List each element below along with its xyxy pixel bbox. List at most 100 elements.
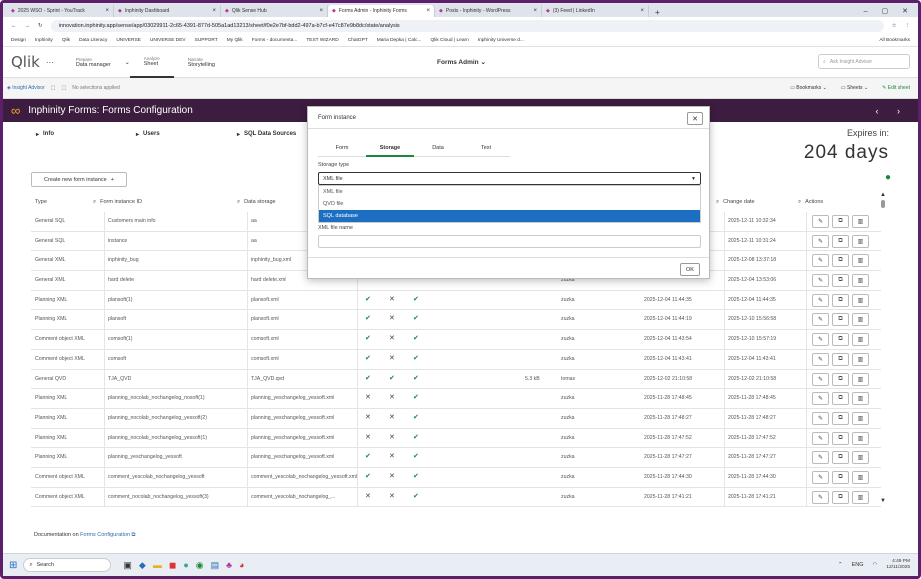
delete-icon[interactable]: ▥ — [852, 470, 869, 484]
edit-icon[interactable]: ✎ — [812, 392, 829, 406]
bookmark-item[interactable]: ChatGPT — [348, 38, 368, 43]
copy-icon[interactable]: ⧉ — [832, 470, 849, 484]
bookmark-item[interactable]: My Qlik — [227, 38, 243, 43]
delete-icon[interactable]: ▥ — [852, 333, 869, 347]
selection-tool-icon[interactable]: ⬚ — [51, 85, 56, 91]
col-actions[interactable]: ⌕ Actions — [798, 199, 823, 206]
scroll-thumb[interactable] — [881, 200, 885, 208]
tab-form[interactable]: Form — [318, 140, 366, 157]
table-row[interactable]: Planning XML plansoft plansoft.xml zuzka 202… — [31, 310, 881, 331]
browser-tab[interactable]: ◆ Qlik Sense Hub × — [221, 5, 328, 17]
create-form-instance-button[interactable]: Create new form instance + — [31, 172, 127, 187]
browser-tab[interactable]: ◆ Inphinity Dashboard × — [114, 5, 221, 17]
bookmark-item[interactable]: UNIVERSE — [116, 38, 141, 43]
app-icon[interactable]: ♣ — [226, 560, 232, 571]
delete-icon[interactable]: ▥ — [852, 451, 869, 465]
bookmark-item[interactable]: Qlik Cloud | Learn — [430, 38, 468, 43]
section-sql[interactable]: ▸ SQL Data Sources — [237, 125, 296, 143]
all-bookmarks[interactable]: All Bookmarks — [879, 38, 910, 43]
edit-icon[interactable]: ✎ — [812, 313, 829, 327]
ok-button[interactable]: OK — [680, 263, 700, 276]
close-icon[interactable]: ✕ — [687, 112, 703, 125]
edit-icon[interactable]: ✎ — [812, 490, 829, 504]
section-info[interactable]: ▸ Info — [36, 125, 54, 143]
option-sql[interactable]: SQL database — [319, 210, 700, 222]
table-row[interactable]: Planning XML planning_nocolab_nochangelog… — [31, 389, 881, 409]
table-row[interactable]: Planning XML planning_yeschangelog_yessof… — [31, 448, 881, 468]
edit-icon[interactable]: ✎ — [812, 274, 829, 288]
browser-tab[interactable]: ◆ Forms Admin - Inphinity Forms × — [328, 5, 435, 17]
copy-icon[interactable]: ⧉ — [832, 431, 849, 445]
bookmark-item[interactable]: Inphinity Universe d... — [478, 38, 524, 43]
copy-icon[interactable]: ⧉ — [832, 274, 849, 288]
col-type[interactable]: Type — [35, 199, 47, 205]
edit-icon[interactable]: ✎ — [812, 234, 829, 248]
menu-dots-icon[interactable]: ⋮ — [905, 23, 911, 29]
storage-type-select[interactable]: XML file ▼ — [318, 172, 701, 185]
nav-narrate[interactable]: Narrate Storytelling — [174, 47, 229, 78]
edit-icon[interactable]: ✎ — [812, 451, 829, 465]
delete-icon[interactable]: ▥ — [852, 215, 869, 228]
col-storage[interactable]: ⌕ Data storage — [237, 199, 276, 206]
delete-icon[interactable]: ▥ — [852, 411, 869, 425]
copy-icon[interactable]: ⧉ — [832, 411, 849, 425]
back-icon[interactable]: ← — [11, 23, 17, 29]
chevron-up-icon[interactable]: ⌃ — [838, 562, 843, 568]
nav-prepare[interactable]: Prepare Data manager — [62, 47, 125, 78]
edit-icon[interactable]: ✎ — [812, 215, 829, 228]
table-row[interactable]: Comment object XML comsoft(1) comsoft.xml z… — [31, 330, 881, 350]
bookmark-item[interactable]: Maria Depka | Calc... — [377, 38, 422, 43]
reload-icon[interactable]: ↻ — [38, 23, 43, 29]
tab-close-icon[interactable]: × — [105, 8, 109, 14]
copy-icon[interactable]: ⧉ — [832, 352, 849, 366]
app-icon[interactable]: ◼ — [169, 560, 176, 571]
delete-icon[interactable]: ▥ — [852, 431, 869, 445]
external-link-icon[interactable]: ⧉ — [132, 532, 136, 538]
tab-text[interactable]: Text — [462, 140, 510, 157]
browser-tab[interactable]: ◆ (3) Feed | LinkedIn × — [542, 5, 649, 17]
tab-close-icon[interactable]: × — [533, 8, 537, 14]
lang-indicator[interactable]: ENG — [852, 562, 864, 568]
bookmark-item[interactable]: TEST WIZARD — [306, 38, 338, 43]
copy-icon[interactable]: ⧉ — [832, 313, 849, 327]
scroll-up-icon[interactable]: ▲ — [880, 192, 886, 198]
table-row[interactable]: General QVD TJA_QVD TJA_QVD.qvd 5.3 kB tomas… — [31, 370, 881, 390]
maximize-icon[interactable]: ▢ — [882, 7, 889, 15]
tab-close-icon[interactable]: × — [640, 8, 644, 14]
bookmark-item[interactable]: Qlik — [62, 38, 70, 43]
edit-icon[interactable]: ✎ — [812, 372, 829, 386]
file-name-input[interactable] — [318, 235, 701, 248]
bookmark-item[interactable]: Data Literacy — [79, 38, 107, 43]
tab-data[interactable]: Data — [414, 140, 462, 157]
app-icon[interactable]: ◆ — [139, 560, 146, 571]
new-tab-icon[interactable]: + — [655, 8, 660, 17]
clock[interactable]: 4:49 PM 12/11/2025 — [886, 559, 910, 571]
tab-close-icon[interactable]: × — [426, 8, 430, 14]
wifi-icon[interactable]: ◠ — [873, 562, 878, 568]
table-row[interactable]: Comment object XML comment_yescolab_nocha… — [31, 468, 881, 488]
app-icon[interactable]: ◕ — [239, 560, 244, 571]
bookmark-item[interactable]: Inphinity — [35, 38, 53, 43]
tab-close-icon[interactable]: × — [212, 8, 216, 14]
delete-icon[interactable]: ▥ — [852, 352, 869, 366]
table-row[interactable]: Planning XML planning_nocolab_nochangelog… — [31, 429, 881, 449]
edit-icon[interactable]: ✎ — [812, 254, 829, 268]
close-window-icon[interactable]: ✕ — [902, 7, 908, 15]
minimize-icon[interactable]: – — [864, 8, 868, 15]
edit-icon[interactable]: ✎ — [812, 470, 829, 484]
delete-icon[interactable]: ▥ — [852, 490, 869, 504]
sheet-nav-arrows[interactable]: ‹ › — [876, 106, 919, 116]
windows-start-icon[interactable]: ⊞ — [9, 560, 17, 571]
star-icon[interactable]: ☆ — [892, 23, 897, 29]
bookmark-item[interactable]: UNIVERSE DEV — [150, 38, 186, 43]
option-xml[interactable]: XML file — [319, 186, 700, 198]
delete-icon[interactable]: ▥ — [852, 254, 869, 268]
doc-link[interactable]: Forms Configuration — [80, 532, 130, 538]
bookmark-item[interactable]: Forms - documenta... — [252, 38, 298, 43]
taskbar-search[interactable]: ⌕ Search — [23, 558, 112, 572]
chrome-icon[interactable]: ● — [183, 560, 188, 571]
col-change-date[interactable]: ⌕ Change date — [716, 199, 755, 206]
table-row[interactable]: Planning XML planning_nocolab_nochangelog… — [31, 409, 881, 429]
task-view-icon[interactable]: ▣ — [123, 560, 132, 571]
scroll-down-icon[interactable]: ▼ — [880, 498, 886, 504]
